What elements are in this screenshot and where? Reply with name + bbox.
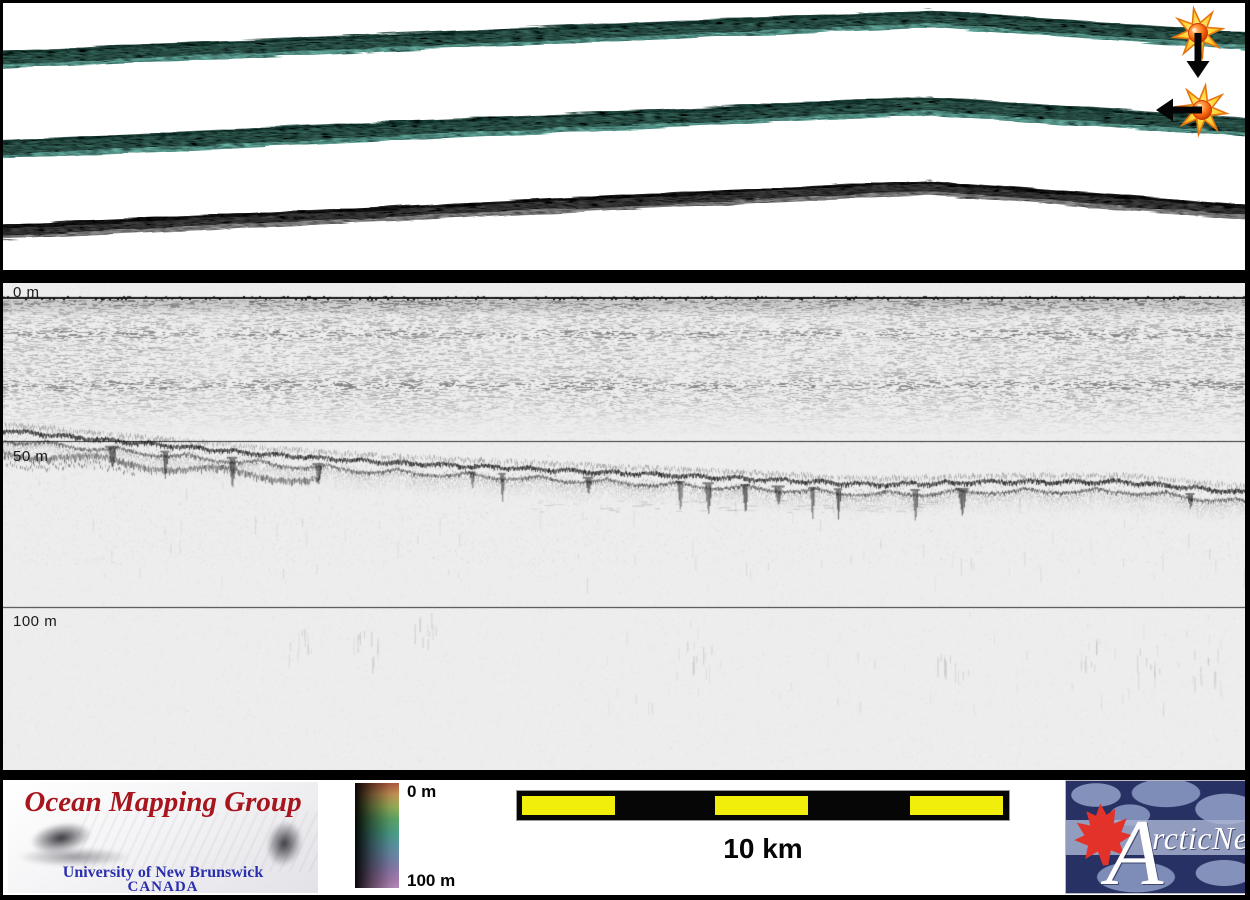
subbottom-profile-panel: 0 m 50 m 100 m <box>3 283 1245 770</box>
footer-panel: Ocean Mapping Group University of New Br… <box>3 780 1245 895</box>
scale-bar-segment <box>910 796 1003 815</box>
trackline-map <box>3 3 1245 240</box>
scale-bar-segment <box>715 796 808 815</box>
trackline-map-panel <box>3 3 1245 270</box>
survey-figure-page: 0 m 50 m 100 m Ocean Mapping Group Unive… <box>0 0 1250 900</box>
map-scale-bar <box>517 791 1009 820</box>
omg-title: Ocean Mapping Group <box>24 786 302 818</box>
arcticnet-logo: A rcticNet <box>1066 781 1245 893</box>
omg-logo: Ocean Mapping Group University of New Br… <box>8 782 318 893</box>
arcticnet-name: rcticNet <box>1152 820 1245 856</box>
depth-label-50m: 50 m <box>13 448 49 465</box>
colorbar-top-label: 0 m <box>407 782 437 801</box>
trackline-strips <box>3 9 1245 240</box>
depth-label-0m: 0 m <box>13 284 40 301</box>
omg-country-line: CANADA <box>127 879 199 893</box>
scale-bar-label: 10 km <box>723 833 803 864</box>
depth-colorbar <box>355 783 399 888</box>
subbottom-profile-image <box>3 283 1245 770</box>
depth-label-100m: 100 m <box>13 613 58 630</box>
colorbar-bottom-label: 100 m <box>407 871 456 890</box>
scale-bar-segment <box>522 796 615 815</box>
